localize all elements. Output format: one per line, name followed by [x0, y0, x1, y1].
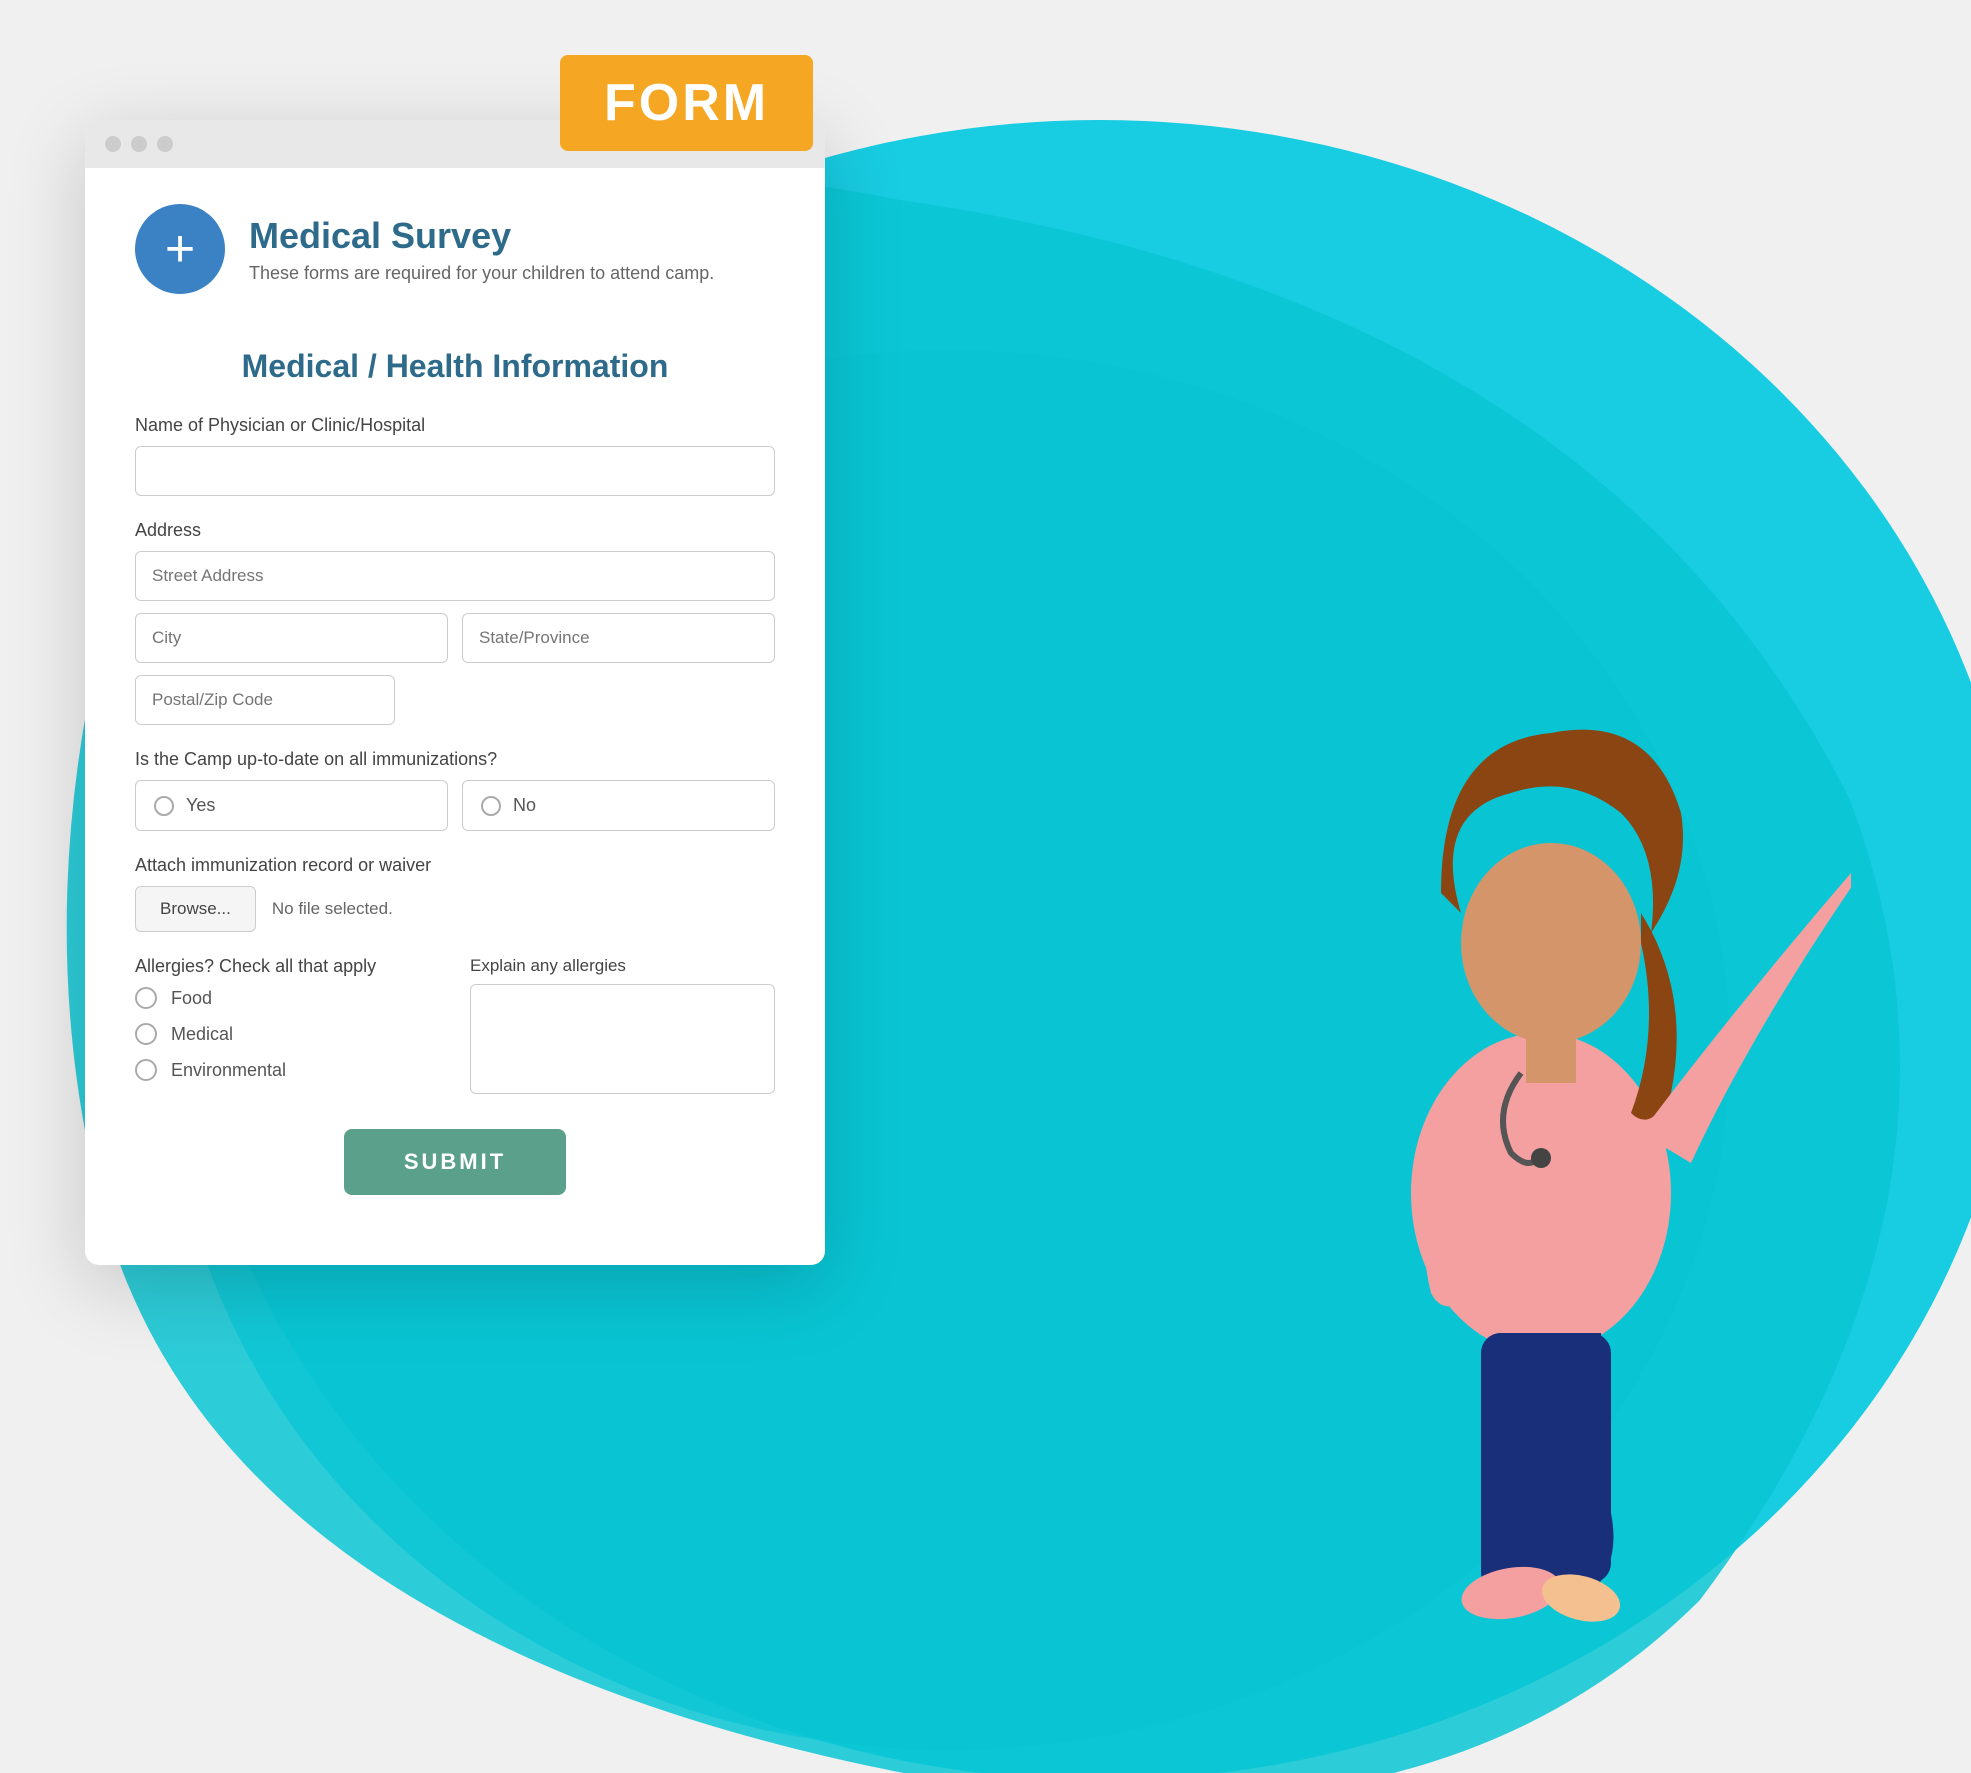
medical-checkbox-item[interactable]: Medical [135, 1023, 440, 1045]
form-header: + Medical Survey These forms are require… [85, 168, 825, 318]
allergies-row: Allergies? Check all that apply Food Med… [135, 956, 775, 1099]
explain-textarea[interactable] [470, 984, 775, 1094]
city-input[interactable] [135, 613, 448, 663]
immunization-label: Is the Camp up-to-date on all immunizati… [135, 749, 775, 770]
food-checkbox-item[interactable]: Food [135, 987, 440, 1009]
physician-field-group: Name of Physician or Clinic/Hospital [135, 415, 775, 496]
plus-icon: + [165, 223, 195, 275]
form-body: Medical / Health Information Name of Phy… [85, 318, 825, 1215]
postal-row [135, 675, 775, 725]
badge-label: FORM [604, 74, 769, 132]
street-address-input[interactable] [135, 551, 775, 601]
environmental-checkbox-circle [135, 1059, 157, 1081]
browse-button[interactable]: Browse... [135, 886, 256, 932]
medical-icon-circle: + [135, 204, 225, 294]
allergies-label: Allergies? Check all that apply [135, 956, 440, 977]
file-upload-field-group: Attach immunization record or waiver Bro… [135, 855, 775, 932]
address-label: Address [135, 520, 775, 541]
browser-window: + Medical Survey These forms are require… [85, 120, 825, 1265]
city-state-row [135, 613, 775, 663]
browser-dot-2 [131, 136, 147, 152]
medical-checkbox-circle [135, 1023, 157, 1045]
illustration-figure [1151, 613, 1851, 1713]
state-input[interactable] [462, 613, 775, 663]
form-title: Medical Survey [249, 215, 714, 257]
address-field-group: Address [135, 520, 775, 725]
immunization-yes-option[interactable]: Yes [135, 780, 448, 831]
physician-label: Name of Physician or Clinic/Hospital [135, 415, 775, 436]
form-badge: FORM [560, 55, 813, 151]
browser-dot-1 [105, 136, 121, 152]
file-row: Browse... No file selected. [135, 886, 775, 932]
immunization-no-option[interactable]: No [462, 780, 775, 831]
attach-label: Attach immunization record or waiver [135, 855, 775, 876]
allergies-explain: Explain any allergies [470, 956, 775, 1099]
environmental-label: Environmental [171, 1060, 286, 1081]
immunization-field-group: Is the Camp up-to-date on all immunizati… [135, 749, 775, 831]
environmental-checkbox-item[interactable]: Environmental [135, 1059, 440, 1081]
immunization-radio-group: Yes No [135, 780, 775, 831]
submit-button[interactable]: SUBMIT [344, 1129, 566, 1195]
allergies-field-group: Allergies? Check all that apply Food Med… [135, 956, 775, 1099]
explain-label: Explain any allergies [470, 956, 775, 976]
allergies-checkboxes: Allergies? Check all that apply Food Med… [135, 956, 440, 1095]
physician-input[interactable] [135, 446, 775, 496]
form-subtitle: These forms are required for your childr… [249, 263, 714, 284]
medical-label: Medical [171, 1024, 233, 1045]
no-radio-circle [481, 796, 501, 816]
yes-label: Yes [186, 795, 215, 816]
browser-dot-3 [157, 136, 173, 152]
food-label: Food [171, 988, 212, 1009]
food-checkbox-circle [135, 987, 157, 1009]
no-file-text: No file selected. [272, 899, 393, 919]
yes-radio-circle [154, 796, 174, 816]
form-title-block: Medical Survey These forms are required … [249, 215, 714, 284]
no-label: No [513, 795, 536, 816]
section-heading: Medical / Health Information [135, 348, 775, 385]
postal-input[interactable] [135, 675, 395, 725]
